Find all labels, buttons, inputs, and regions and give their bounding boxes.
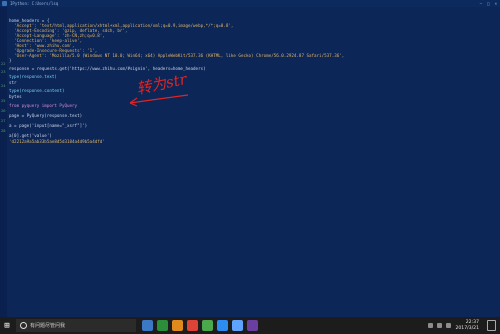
code-line: 25 from pyquery import PyQuery [0, 93, 500, 108]
search-placeholder: 有问题尽管问我 [30, 323, 66, 329]
terminal-icon[interactable] [232, 320, 243, 331]
maximize-icon[interactable]: □ [487, 1, 489, 6]
search-icon [20, 322, 27, 329]
code-line: 27 a = page('input[name="_xsrf"]') [0, 113, 500, 128]
output-line: 'd2212a9a5ab33b5ae8d5d3184a4d9b5a4dfd' [0, 129, 500, 144]
code-line: 28 a[0].get('value') [0, 123, 500, 138]
notification-icon[interactable] [487, 320, 496, 331]
window-title: IPython: C:Users/lsq [10, 1, 59, 6]
window-controls: – □ × [480, 1, 497, 6]
close-icon[interactable]: × [495, 1, 497, 6]
chrome-icon[interactable] [187, 320, 198, 331]
python-icon [2, 1, 7, 6]
start-button[interactable]: ⊞ [0, 317, 14, 334]
code-line: } [0, 48, 500, 63]
clock-date: 2017/3/21 [455, 325, 479, 331]
code-line: 26 page = PyQuery(response.text) [0, 103, 500, 118]
app-icon[interactable] [157, 320, 168, 331]
code-line: 23 type(response.text) [0, 64, 500, 79]
volume-icon[interactable] [437, 323, 443, 328]
code-line: 24 type(response.content) [0, 78, 500, 93]
minimize-icon[interactable]: – [480, 1, 482, 6]
folder-icon[interactable] [172, 320, 183, 331]
title-bar[interactable]: IPython: C:Users/lsq – □ × [0, 0, 500, 7]
output-text: 'd2212a9a5ab33b5ae8d5d3184a4d9b5a4dfd' [9, 139, 105, 144]
terminal-window: IPython: C:Users/lsq – □ × home_headers … [0, 0, 500, 317]
code-line: 22 response = requests.get('https://www.… [0, 56, 500, 71]
clock[interactable]: 22:37 2017/3/21 [455, 320, 479, 332]
output-line: str [0, 70, 500, 85]
taskbar: ⊞ 有问题尽管问我 22:37 2017/3/21 [0, 317, 500, 334]
handwritten-annotation: 转为str [128, 70, 228, 113]
search-box[interactable]: 有问题尽管问我 [16, 319, 136, 332]
task-view-icon[interactable] [142, 320, 153, 331]
output-line: bytes [0, 84, 500, 99]
wechat-icon[interactable] [202, 320, 213, 331]
network-icon[interactable] [428, 323, 434, 328]
windows-icon: ⊞ [4, 320, 10, 331]
app-icon[interactable] [217, 320, 228, 331]
code-editor[interactable]: home_headers = { 'Accept': 'text/html,ap… [0, 7, 500, 317]
system-tray: 22:37 2017/3/21 [428, 320, 496, 332]
ime-icon[interactable] [446, 323, 452, 328]
vs-icon[interactable] [247, 320, 258, 331]
pinned-apps [142, 320, 258, 331]
